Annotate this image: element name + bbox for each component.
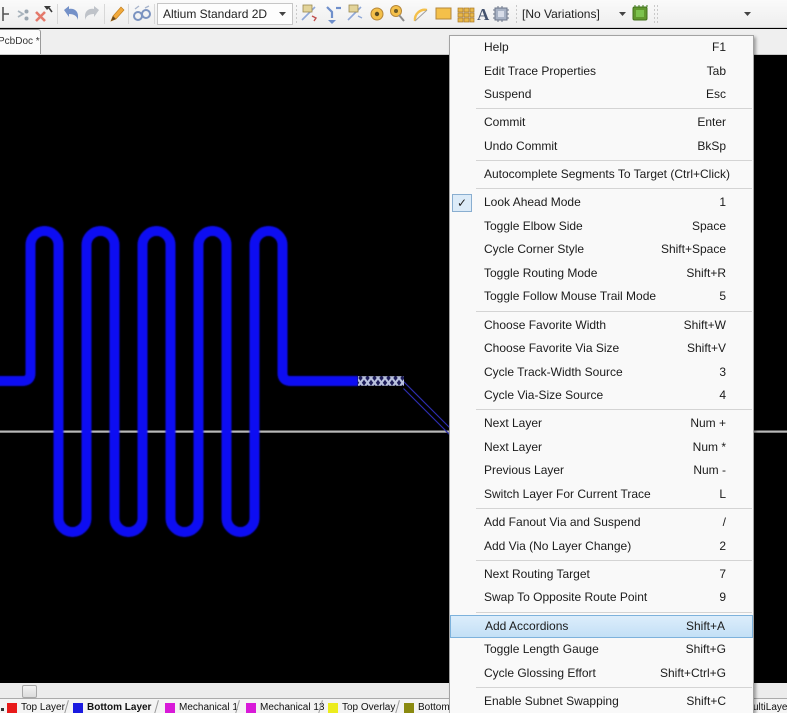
svg-text:Altium Standard 2D: Altium Standard 2D xyxy=(163,7,267,21)
svg-text:A: A xyxy=(477,5,490,24)
svg-text:[No Variations]: [No Variations] xyxy=(522,7,600,21)
